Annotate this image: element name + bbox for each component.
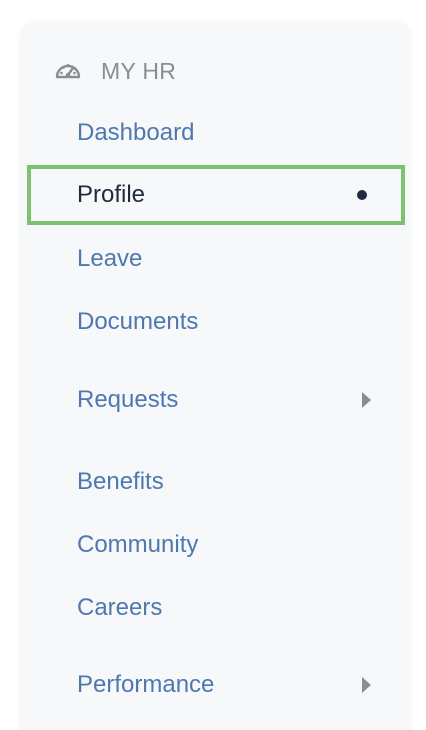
dashboard-gauge-icon <box>53 56 83 86</box>
section-header-my-hr: MY HR <box>53 56 176 86</box>
sidebar-item-label: Community <box>77 531 199 558</box>
sidebar-item-performance[interactable]: Performance <box>20 655 411 715</box>
sidebar-item-community[interactable]: Community <box>20 515 411 575</box>
sidebar-item-label: Performance <box>77 671 215 698</box>
sidebar-item-careers[interactable]: Careers <box>20 578 411 638</box>
sidebar-item-label: Careers <box>77 594 163 621</box>
sidebar-item-documents[interactable]: Documents <box>20 292 411 352</box>
sidebar-item-dashboard[interactable]: Dashboard <box>20 103 411 163</box>
active-indicator-dot <box>357 190 367 200</box>
sidebar-item-label: Profile <box>77 181 146 208</box>
sidebar-item-requests[interactable]: Requests <box>20 370 411 430</box>
sidebar-item-label: Leave <box>77 245 143 272</box>
sidebar-item-label: Documents <box>77 308 199 335</box>
sidebar-item-label: Requests <box>77 386 179 413</box>
section-title: MY HR <box>101 57 177 84</box>
sidebar-panel: MY HR Dashboard Profile Leave Documents … <box>20 22 411 730</box>
sidebar-item-benefits[interactable]: Benefits <box>20 452 411 512</box>
sidebar-item-profile[interactable]: Profile <box>27 165 405 225</box>
sidebar-item-leave[interactable]: Leave <box>20 229 411 289</box>
sidebar-item-label: Benefits <box>77 468 164 495</box>
sidebar-item-label: Dashboard <box>77 119 195 146</box>
caret-right-icon <box>362 677 371 693</box>
caret-right-icon <box>362 392 371 408</box>
